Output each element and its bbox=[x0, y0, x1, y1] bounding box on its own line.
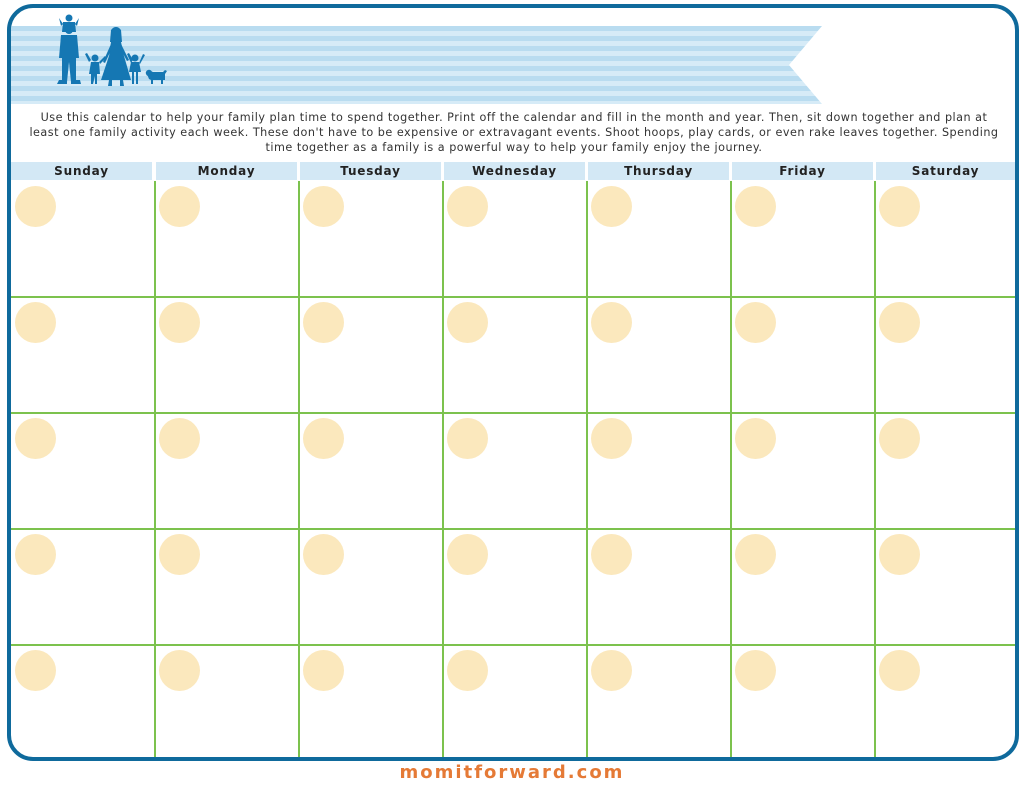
day-cell[interactable] bbox=[875, 297, 1015, 413]
date-circle bbox=[735, 650, 776, 691]
date-circle bbox=[159, 534, 200, 575]
weekday-header-sunday: Sunday bbox=[11, 162, 152, 180]
date-circle bbox=[591, 302, 632, 343]
calendar-frame: Use this calendar to help your family pl… bbox=[7, 4, 1019, 761]
date-circle bbox=[879, 534, 920, 575]
day-cell[interactable] bbox=[11, 645, 155, 757]
day-cell[interactable] bbox=[443, 645, 587, 757]
footer-website: momitforward.com bbox=[399, 762, 625, 783]
day-cell[interactable] bbox=[11, 413, 155, 529]
day-cell[interactable] bbox=[155, 297, 299, 413]
day-cell[interactable] bbox=[875, 529, 1015, 645]
date-circle bbox=[447, 186, 488, 227]
date-circle bbox=[735, 186, 776, 227]
day-cell[interactable] bbox=[299, 645, 443, 757]
calendar-grid: Sunday Monday Tuesday Wednesday Thursday Frid… bbox=[11, 162, 1015, 757]
date-circle bbox=[303, 186, 344, 227]
date-circle bbox=[735, 418, 776, 459]
date-circle bbox=[591, 534, 632, 575]
day-cell[interactable] bbox=[299, 529, 443, 645]
day-cell[interactable] bbox=[731, 645, 875, 757]
day-cell[interactable] bbox=[155, 181, 299, 297]
day-cell[interactable] bbox=[587, 181, 731, 297]
day-cell[interactable] bbox=[11, 181, 155, 297]
day-cell[interactable] bbox=[299, 413, 443, 529]
date-circle bbox=[591, 650, 632, 691]
date-circle bbox=[15, 302, 56, 343]
day-cell[interactable] bbox=[443, 413, 587, 529]
day-cell[interactable] bbox=[875, 645, 1015, 757]
day-cell[interactable] bbox=[11, 529, 155, 645]
day-cell[interactable] bbox=[299, 181, 443, 297]
date-circle bbox=[879, 302, 920, 343]
day-cell[interactable] bbox=[155, 529, 299, 645]
date-circle bbox=[303, 534, 344, 575]
date-circle bbox=[159, 186, 200, 227]
day-cell[interactable] bbox=[875, 181, 1015, 297]
date-circle bbox=[591, 418, 632, 459]
family-silhouette-icon bbox=[57, 14, 167, 86]
date-circle bbox=[15, 650, 56, 691]
date-circle bbox=[447, 418, 488, 459]
day-cell[interactable] bbox=[443, 297, 587, 413]
day-cell[interactable] bbox=[443, 529, 587, 645]
day-cell[interactable] bbox=[731, 297, 875, 413]
weekday-header-monday: Monday bbox=[156, 162, 297, 180]
day-cell[interactable] bbox=[731, 413, 875, 529]
intro-text: Use this calendar to help your family pl… bbox=[29, 111, 999, 154]
day-cell[interactable] bbox=[875, 413, 1015, 529]
date-circle bbox=[303, 302, 344, 343]
date-circle bbox=[879, 650, 920, 691]
day-cell[interactable] bbox=[299, 297, 443, 413]
day-cell[interactable] bbox=[731, 181, 875, 297]
date-circle bbox=[591, 186, 632, 227]
date-circle bbox=[159, 650, 200, 691]
day-cell[interactable] bbox=[155, 645, 299, 757]
day-cell[interactable] bbox=[587, 413, 731, 529]
day-cell[interactable] bbox=[731, 529, 875, 645]
day-cell[interactable] bbox=[587, 645, 731, 757]
date-circle bbox=[15, 534, 56, 575]
date-circle bbox=[879, 418, 920, 459]
day-cell[interactable] bbox=[155, 413, 299, 529]
weekday-header-saturday: Saturday bbox=[876, 162, 1015, 180]
weekday-header-thursday: Thursday bbox=[588, 162, 729, 180]
day-cell[interactable] bbox=[587, 529, 731, 645]
date-circle bbox=[159, 418, 200, 459]
weekday-header-tuesday: Tuesday bbox=[300, 162, 441, 180]
weekday-header-friday: Friday bbox=[732, 162, 873, 180]
day-cell[interactable] bbox=[443, 181, 587, 297]
date-circle bbox=[879, 186, 920, 227]
date-circle bbox=[447, 534, 488, 575]
date-circle bbox=[447, 650, 488, 691]
weekday-header-wednesday: Wednesday bbox=[444, 162, 585, 180]
date-circle bbox=[159, 302, 200, 343]
date-circle bbox=[303, 650, 344, 691]
date-circle bbox=[303, 418, 344, 459]
date-circle bbox=[15, 186, 56, 227]
date-circle bbox=[15, 418, 56, 459]
date-circle bbox=[447, 302, 488, 343]
date-circle bbox=[735, 534, 776, 575]
date-circle bbox=[735, 302, 776, 343]
day-cell[interactable] bbox=[11, 297, 155, 413]
day-cell[interactable] bbox=[587, 297, 731, 413]
